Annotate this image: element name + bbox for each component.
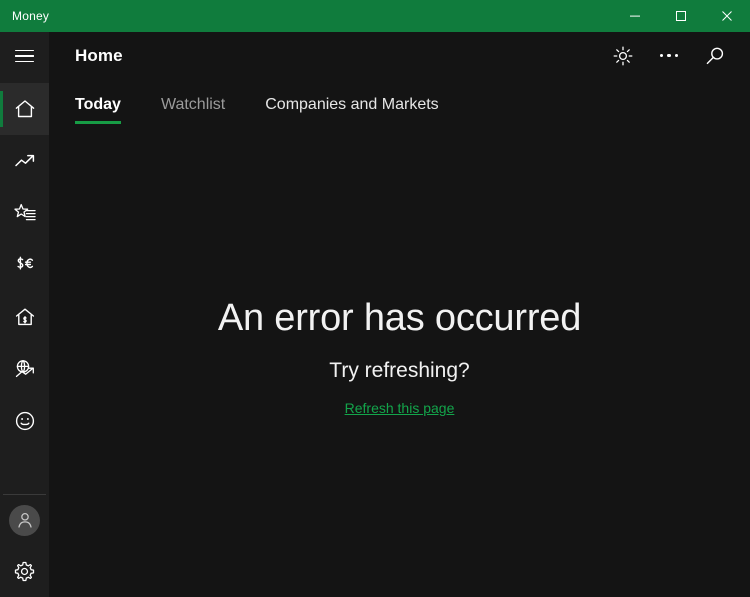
refresh-page-link[interactable]: Refresh this page xyxy=(345,400,455,416)
currency-icon xyxy=(16,256,33,270)
tab-companies-and-markets[interactable]: Companies and Markets xyxy=(265,96,438,124)
error-message-block: An error has occurred Try refreshing? Re… xyxy=(49,295,750,418)
sidebar xyxy=(0,32,49,597)
money-app-window: Money Home Today Watchlist Companies and… xyxy=(0,0,750,597)
home-icon xyxy=(15,100,34,118)
watchlist-star-icon xyxy=(13,203,36,221)
tab-today[interactable]: Today xyxy=(75,96,121,124)
sidebar-item-home[interactable] xyxy=(0,83,49,135)
sidebar-item-mortgage-calculator[interactable] xyxy=(0,291,49,343)
main-content: Home Today Watchlist Companies and Marke… xyxy=(49,32,750,597)
page-header: Home xyxy=(49,32,750,79)
window-title: Money xyxy=(12,9,50,23)
theme-toggle-button[interactable] xyxy=(600,33,646,79)
search-icon xyxy=(706,47,724,64)
trending-up-icon xyxy=(14,154,34,167)
sidebar-item-markets[interactable] xyxy=(0,135,49,187)
mortgage-house-icon xyxy=(15,308,34,326)
title-bar: Money xyxy=(0,0,750,32)
maximize-icon xyxy=(676,11,686,21)
sidebar-item-feedback[interactable] xyxy=(0,395,49,447)
tab-watchlist[interactable]: Watchlist xyxy=(161,96,225,124)
title-bar-drag-area[interactable] xyxy=(49,0,612,32)
error-title: An error has occurred xyxy=(217,297,582,339)
page-title: Home xyxy=(75,45,123,65)
tab-bar: Today Watchlist Companies and Markets xyxy=(49,79,750,124)
avatar xyxy=(9,504,40,536)
error-subtitle: Try refreshing? xyxy=(329,359,470,382)
feedback-smiley-icon xyxy=(15,411,34,431)
content-area: An error has occurred Try refreshing? Re… xyxy=(49,124,750,597)
sidebar-settings-button[interactable] xyxy=(0,545,49,597)
hamburger-menu-button[interactable] xyxy=(0,32,49,80)
brightness-sun-icon xyxy=(613,46,633,65)
more-dots-icon xyxy=(659,53,679,58)
close-icon xyxy=(722,11,732,21)
avatar-icon xyxy=(17,513,32,528)
window-controls xyxy=(612,0,750,32)
sidebar-account-button[interactable] xyxy=(0,495,49,545)
sidebar-item-watchlist[interactable] xyxy=(0,187,49,239)
sidebar-item-world-markets[interactable] xyxy=(0,343,49,395)
header-actions xyxy=(600,33,750,79)
sidebar-nav-list xyxy=(0,80,49,447)
world-markets-icon xyxy=(15,360,34,378)
gear-icon xyxy=(14,561,35,581)
more-options-button[interactable] xyxy=(646,33,692,79)
sidebar-item-currencies[interactable] xyxy=(0,239,49,291)
close-button[interactable] xyxy=(704,0,750,32)
search-button[interactable] xyxy=(692,33,738,79)
minimize-button[interactable] xyxy=(612,0,658,32)
minimize-icon xyxy=(630,15,640,17)
hamburger-icon xyxy=(15,46,34,67)
maximize-button[interactable] xyxy=(658,0,704,32)
